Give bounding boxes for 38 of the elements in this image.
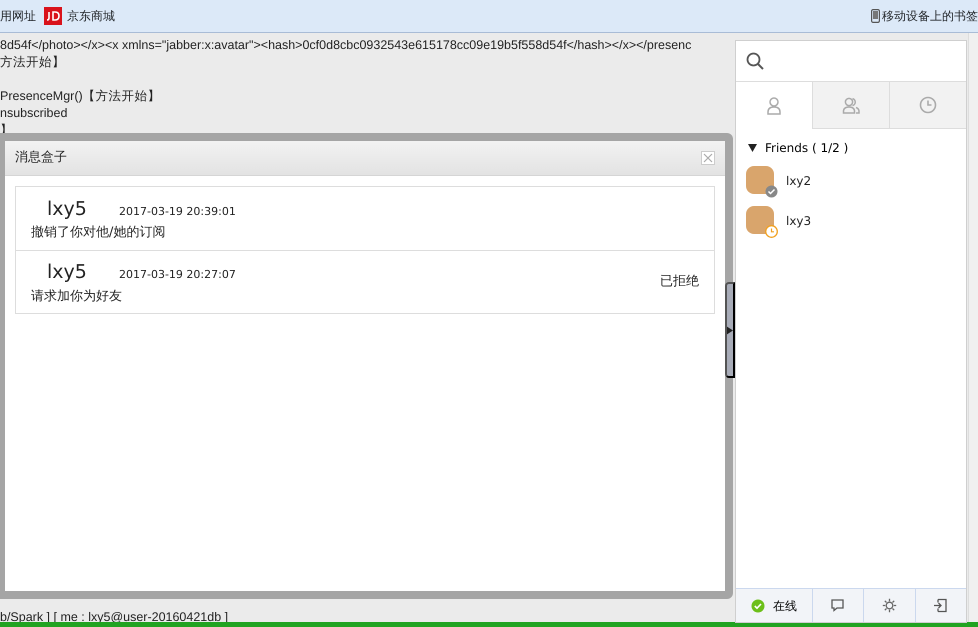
group-label: Friends ( 1/2 ) bbox=[765, 140, 848, 157]
bookmark-folder[interactable]: 移动设备上的书签 bbox=[882, 7, 978, 25]
phone-icon bbox=[871, 9, 880, 23]
bookmark-link[interactable]: 京东商城 bbox=[67, 7, 115, 25]
contact-item[interactable]: lxy3 bbox=[736, 201, 966, 241]
avatar-icon bbox=[746, 206, 776, 236]
log-line: 方法开始】 bbox=[0, 55, 65, 69]
contact-item[interactable]: lxy2 bbox=[736, 161, 966, 201]
person-icon bbox=[765, 96, 783, 114]
message-time: 2017-03-19 20:39:01 bbox=[119, 204, 236, 220]
log-line: PresenceMgr()【方法开始】 bbox=[0, 89, 161, 103]
sender-name: lxy5 bbox=[47, 260, 88, 285]
dialog-title: 消息盒子 bbox=[15, 149, 67, 168]
close-button[interactable] bbox=[701, 151, 715, 165]
log-line: 8d54f</photo></x><x xmlns="jabber:x:avatar"><hash>0cf0d8cbc0932543e615178cc09e19b5f558d54f</hash></x></presenc bbox=[0, 38, 692, 52]
bookmark-link[interactable]: 用网址 bbox=[0, 7, 36, 25]
sender-name: lxy5 bbox=[47, 196, 88, 222]
request-status: 已拒绝 bbox=[660, 273, 699, 292]
message-text: 撤销了你对他/她的订阅 bbox=[31, 224, 166, 242]
panel-tab[interactable] bbox=[812, 82, 889, 129]
check-icon bbox=[750, 598, 765, 612]
log-line: nsubscribed bbox=[0, 106, 68, 120]
contact-name: lxy3 bbox=[786, 213, 812, 230]
jd-logo-icon bbox=[44, 6, 62, 26]
avatar-icon bbox=[746, 166, 776, 196]
settings-icon bbox=[882, 598, 897, 613]
search-icon bbox=[746, 52, 764, 70]
panel-tab[interactable] bbox=[889, 82, 966, 129]
message-time: 2017-03-19 20:27:07 bbox=[119, 267, 236, 283]
clock-icon bbox=[919, 96, 937, 114]
chat-icon bbox=[830, 598, 846, 613]
group-header[interactable]: Friends ( 1/2 ) bbox=[736, 129, 966, 161]
exit-icon bbox=[933, 598, 948, 613]
message-text: 请求加你为好友 bbox=[31, 288, 123, 306]
people-icon bbox=[842, 96, 860, 114]
contact-name: lxy2 bbox=[786, 173, 812, 190]
collapse-handle[interactable] bbox=[725, 282, 735, 378]
scrollbar[interactable] bbox=[968, 33, 978, 622]
